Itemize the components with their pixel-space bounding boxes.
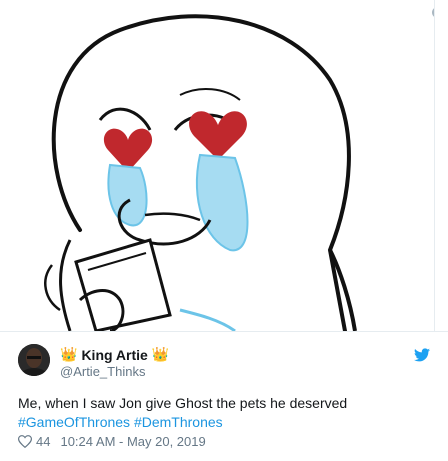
author-handle[interactable]: @Artie_Thinks — [60, 364, 145, 379]
right-heart-eye-icon — [189, 111, 247, 160]
author-row: 👑 King Artie 👑 — [60, 346, 169, 364]
divider — [0, 331, 448, 332]
crown-icon: 👑 — [60, 347, 78, 363]
hashtag-link[interactable]: #GameOfThrones — [18, 414, 130, 430]
tweet-media-image[interactable]: i — [0, 0, 435, 331]
like-count[interactable]: 44 — [36, 434, 50, 449]
tweet-meta: 44 10:24 AM - May 20, 2019 — [18, 434, 206, 449]
hashtag-link[interactable]: #DemThrones — [134, 414, 223, 430]
timestamp[interactable]: 10:24 AM - May 20, 2019 — [60, 434, 205, 449]
tweet-card: i 👑 King Artie 👑 @Artie_Thinks Me, when … — [0, 0, 448, 461]
avatar[interactable] — [18, 344, 50, 376]
twitter-bird-icon[interactable] — [414, 348, 430, 362]
heart-outline-icon[interactable] — [18, 435, 32, 448]
meme-drawing — [44, 14, 357, 331]
hashtag-row: #GameOfThrones #DemThrones — [18, 413, 438, 432]
avatar-face — [18, 344, 50, 376]
author-name[interactable]: King Artie — [81, 347, 147, 363]
tweet-body: Me, when I saw Jon give Ghost the pets h… — [18, 395, 348, 411]
tweet-text: Me, when I saw Jon give Ghost the pets h… — [18, 394, 438, 432]
crown-icon: 👑 — [151, 347, 170, 363]
